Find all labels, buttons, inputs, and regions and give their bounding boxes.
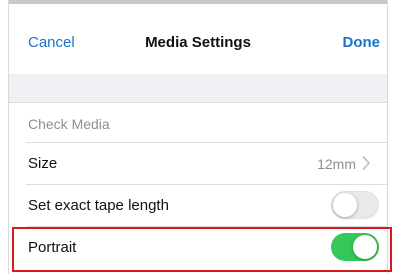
page-title: Media Settings <box>145 34 251 51</box>
group-spacer <box>9 74 387 102</box>
section-header: Check Media <box>9 102 387 142</box>
portrait-label: Portrait <box>28 239 77 256</box>
done-button[interactable]: Done <box>343 34 381 52</box>
portrait-row: Portrait <box>9 226 387 268</box>
portrait-toggle[interactable] <box>331 233 379 261</box>
toggle-knob <box>333 193 357 217</box>
chevron-right-icon <box>362 156 370 170</box>
navigation-bar: Cancel Media Settings Done <box>9 4 387 74</box>
size-row[interactable]: Size 12mm <box>9 142 387 184</box>
row-divider <box>26 142 387 143</box>
section-header-label: Check Media <box>28 116 110 132</box>
set-exact-tape-length-toggle[interactable] <box>331 191 379 219</box>
row-divider <box>26 184 387 185</box>
toggle-knob <box>353 235 377 259</box>
size-value: 12mm <box>317 156 356 172</box>
set-exact-tape-length-label: Set exact tape length <box>28 197 169 214</box>
size-label: Size <box>28 155 58 172</box>
row-divider <box>26 226 387 227</box>
media-settings-screen: Cancel Media Settings Done Check Media S… <box>8 0 388 274</box>
set-exact-tape-length-row: Set exact tape length <box>9 184 387 226</box>
